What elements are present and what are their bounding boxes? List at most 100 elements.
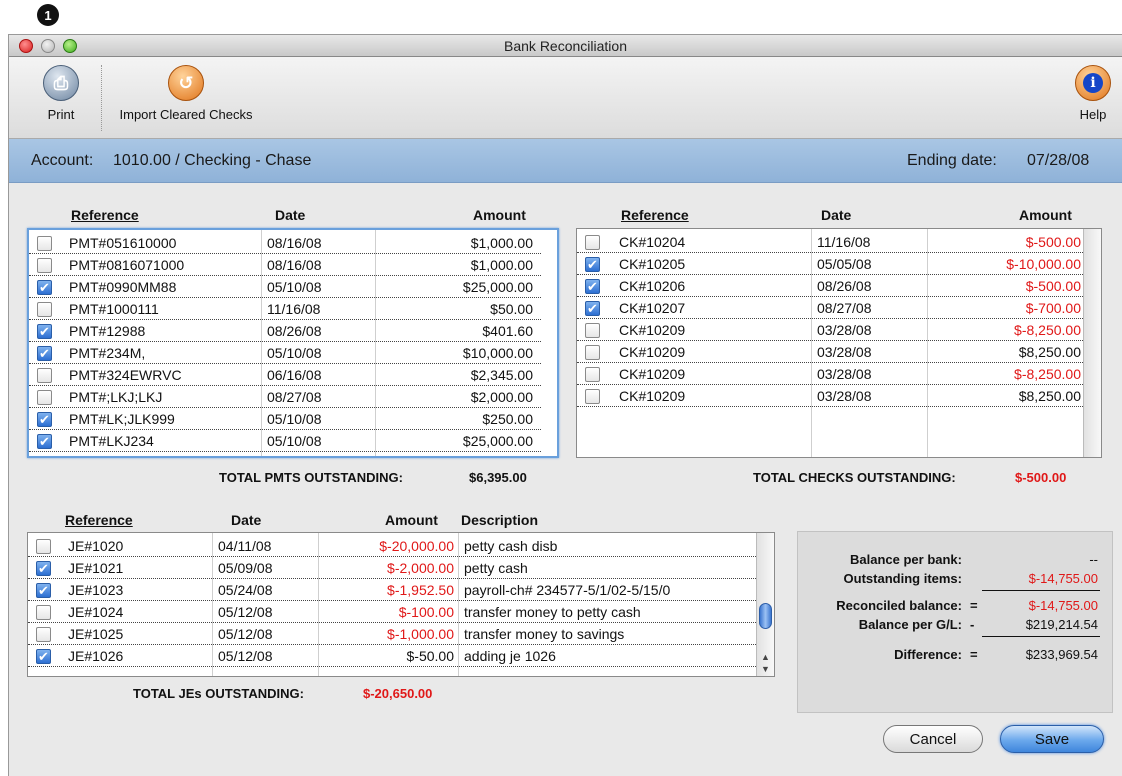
checkbox-checked[interactable]: ✔ [37,412,52,427]
account-label: Account: [31,152,94,169]
payment-row-reference: PMT#LKJ234 [69,433,154,449]
checks-amount-header[interactable]: Amount [1019,207,1072,223]
callout-marker: 1 [37,4,59,26]
je-total-label: TOTAL JEs OUTSTANDING: [133,686,304,701]
checkbox[interactable] [36,627,51,642]
bank-reconciliation-window: Bank Reconciliation ⎙ Print ↺ Import Cle… [8,34,1122,776]
check-row[interactable]: CK#10209 03/28/08 $8,250.00 [577,385,1085,407]
checkbox[interactable] [37,236,52,251]
payment-row[interactable]: PMT#051610000 08/16/08 $1,000.00 [29,232,541,254]
checks-date-header[interactable]: Date [821,207,851,223]
checkbox-checked[interactable]: ✔ [585,279,600,294]
journal-entry-row[interactable]: JE#1025 05/12/08 $-1,000.00 transfer money … [28,623,758,645]
scroll-up-arrow-icon[interactable]: ▲ [761,652,770,662]
je-total-value: $-20,650.00 [363,686,433,701]
checkbox-checked[interactable]: ✔ [36,561,51,576]
check-row[interactable]: CK#10204 11/16/08 $-500.00 [577,231,1085,253]
scroll-down-arrow-icon[interactable]: ▼ [761,664,770,674]
payments-date-header[interactable]: Date [275,207,305,223]
checkbox-checked[interactable]: ✔ [37,324,52,339]
payment-row[interactable]: ✔ PMT#234M, 05/10/08 $10,000.00 [29,342,541,364]
reconciliation-summary-panel: Balance per bank: -- Outstanding items: … [797,531,1113,713]
difference-label: Difference: [894,647,962,662]
help-button[interactable]: i Help [1073,65,1113,122]
je-amount-header[interactable]: Amount [385,512,438,528]
balance-per-bank-value: -- [1089,552,1098,567]
checks-outstanding-list[interactable]: CK#10204 11/16/08 $-500.00 ✔ CK#10205 05/05/0… [576,228,1102,458]
import-icon: ↺ [168,65,204,101]
zoom-window-button[interactable] [63,39,77,53]
check-row[interactable]: CK#10209 03/28/08 $8,250.00 [577,341,1085,363]
check-row-date: 08/27/08 [817,300,872,316]
journal-entries-outstanding-list[interactable]: JE#1020 04/11/08 $-20,000.00 petty cash dis… [27,532,775,677]
payment-row[interactable]: PMT#0816071000 08/16/08 $1,000.00 [29,254,541,276]
payments-amount-header[interactable]: Amount [473,207,526,223]
journal-entry-row[interactable]: JE#1024 05/12/08 $-100.00 transfer money to… [28,601,758,623]
checkbox[interactable] [37,302,52,317]
checkbox[interactable] [37,368,52,383]
payments-reference-header[interactable]: Reference [71,207,139,223]
journal-entry-row[interactable]: ✔ JE#1023 05/24/08 $-1,952.50 payroll-ch# 23… [28,579,758,601]
checkbox[interactable] [36,539,51,554]
cancel-button[interactable]: Cancel [883,725,983,753]
payment-row[interactable]: PMT#1000111 11/16/08 $50.00 [29,298,541,320]
payment-row[interactable]: ✔ PMT#12988 08/26/08 $401.60 [29,320,541,342]
check-row-amount: $-500.00 [1025,234,1081,250]
payment-row[interactable]: ✔ PMT#LKJ234 05/10/08 $25,000.00 [29,430,541,452]
check-row-reference: CK#10209 [619,388,686,404]
payment-row-reference: PMT#0816071000 [69,257,185,273]
je-description-header[interactable]: Description [461,512,538,528]
checkbox-checked[interactable]: ✔ [37,434,52,449]
check-row[interactable]: ✔ CK#10205 05/05/08 $-10,000.00 [577,253,1085,275]
check-row-date: 05/05/08 [817,256,872,272]
checkbox[interactable] [585,389,600,404]
payment-row[interactable]: PMT#324EWRVC 06/16/08 $2,345.00 [29,364,541,386]
check-row[interactable]: CK#10209 03/28/08 $-8,250.00 [577,363,1085,385]
payments-outstanding-list[interactable]: PMT#051610000 08/16/08 $1,000.00 PMT#081607… [27,228,559,458]
save-button[interactable]: Save [1000,725,1104,753]
payment-row[interactable]: ✔ PMT#0990MM88 05/10/08 $25,000.00 [29,276,541,298]
import-cleared-checks-button[interactable]: ↺ Import Cleared Checks [111,65,261,122]
checkbox[interactable] [37,390,52,405]
close-window-button[interactable] [19,39,33,53]
je-reference-header[interactable]: Reference [65,512,133,528]
checkbox-checked[interactable]: ✔ [36,649,51,664]
check-row[interactable]: ✔ CK#10207 08/27/08 $-700.00 [577,297,1085,319]
journal-entry-row[interactable]: ✔ JE#1021 05/09/08 $-2,000.00 petty cash [28,557,758,579]
toolbar: ⎙ Print ↺ Import Cleared Checks i Help [9,57,1122,139]
checkbox[interactable] [585,235,600,250]
check-row-amount: $-10,000.00 [1006,256,1081,272]
summary-divider [982,590,1100,591]
je-date-header[interactable]: Date [231,512,261,528]
check-row[interactable]: ✔ CK#10206 08/26/08 $-500.00 [577,275,1085,297]
checkbox-checked[interactable]: ✔ [585,257,600,272]
payment-row[interactable]: ✔ PMT#LK;JLK999 05/10/08 $250.00 [29,408,541,430]
journal-entry-row-date: 05/24/08 [218,582,273,598]
vertical-scrollbar[interactable]: ▲ ▼ [756,533,774,676]
checkbox[interactable] [585,345,600,360]
scrollbar-thumb[interactable] [759,603,772,629]
vertical-scrollbar[interactable] [1083,229,1101,457]
checkbox[interactable] [585,367,600,382]
checkbox-checked[interactable]: ✔ [37,346,52,361]
checkbox[interactable] [37,258,52,273]
journal-entry-row[interactable]: JE#1020 04/11/08 $-20,000.00 petty cash dis… [28,535,758,557]
reconciled-balance-operator: = [970,598,978,613]
checks-reference-header[interactable]: Reference [621,207,689,223]
payment-row-date: 11/16/08 [267,301,321,317]
payment-row[interactable]: PMT#;LKJ;LKJ 08/27/08 $2,000.00 [29,386,541,408]
checkbox-checked[interactable]: ✔ [37,280,52,295]
journal-entry-row[interactable]: ✔ JE#1026 05/12/08 $-50.00 adding je 1026 [28,645,758,667]
payment-row-reference: PMT#234M, [69,345,146,361]
check-row[interactable]: CK#10209 03/28/08 $-8,250.00 [577,319,1085,341]
print-button[interactable]: ⎙ Print [39,65,83,122]
check-row-date: 03/28/08 [817,366,872,382]
checkbox[interactable] [585,323,600,338]
payment-row-amount: $50.00 [490,301,533,317]
account-value: 1010.00 / Checking - Chase [113,152,312,169]
checkbox[interactable] [36,605,51,620]
checkbox-checked[interactable]: ✔ [36,583,51,598]
checkbox-checked[interactable]: ✔ [585,301,600,316]
payment-row-amount: $1,000.00 [470,257,533,273]
minimize-window-button[interactable] [41,39,55,53]
